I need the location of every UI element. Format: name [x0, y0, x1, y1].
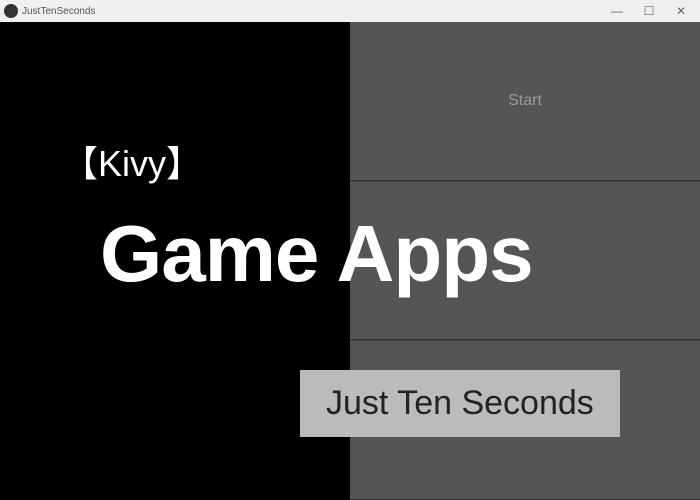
window-controls: — ☐ ✕ [610, 4, 696, 18]
maximize-button[interactable]: ☐ [642, 4, 656, 18]
close-button[interactable]: ✕ [674, 4, 688, 18]
overlay-subtitle: Just Ten Seconds [300, 370, 620, 437]
window-titlebar: JustTenSeconds — ☐ ✕ [0, 0, 700, 22]
minimize-button[interactable]: — [610, 4, 624, 18]
window-title: JustTenSeconds [22, 6, 610, 17]
menu-item-start[interactable]: Start [350, 22, 700, 181]
overlay-kivy-label: 【Kivy】 [62, 135, 202, 187]
overlay-title: Game Apps [100, 208, 533, 300]
app-icon [4, 4, 18, 18]
menu-item-label: Start [508, 92, 542, 110]
